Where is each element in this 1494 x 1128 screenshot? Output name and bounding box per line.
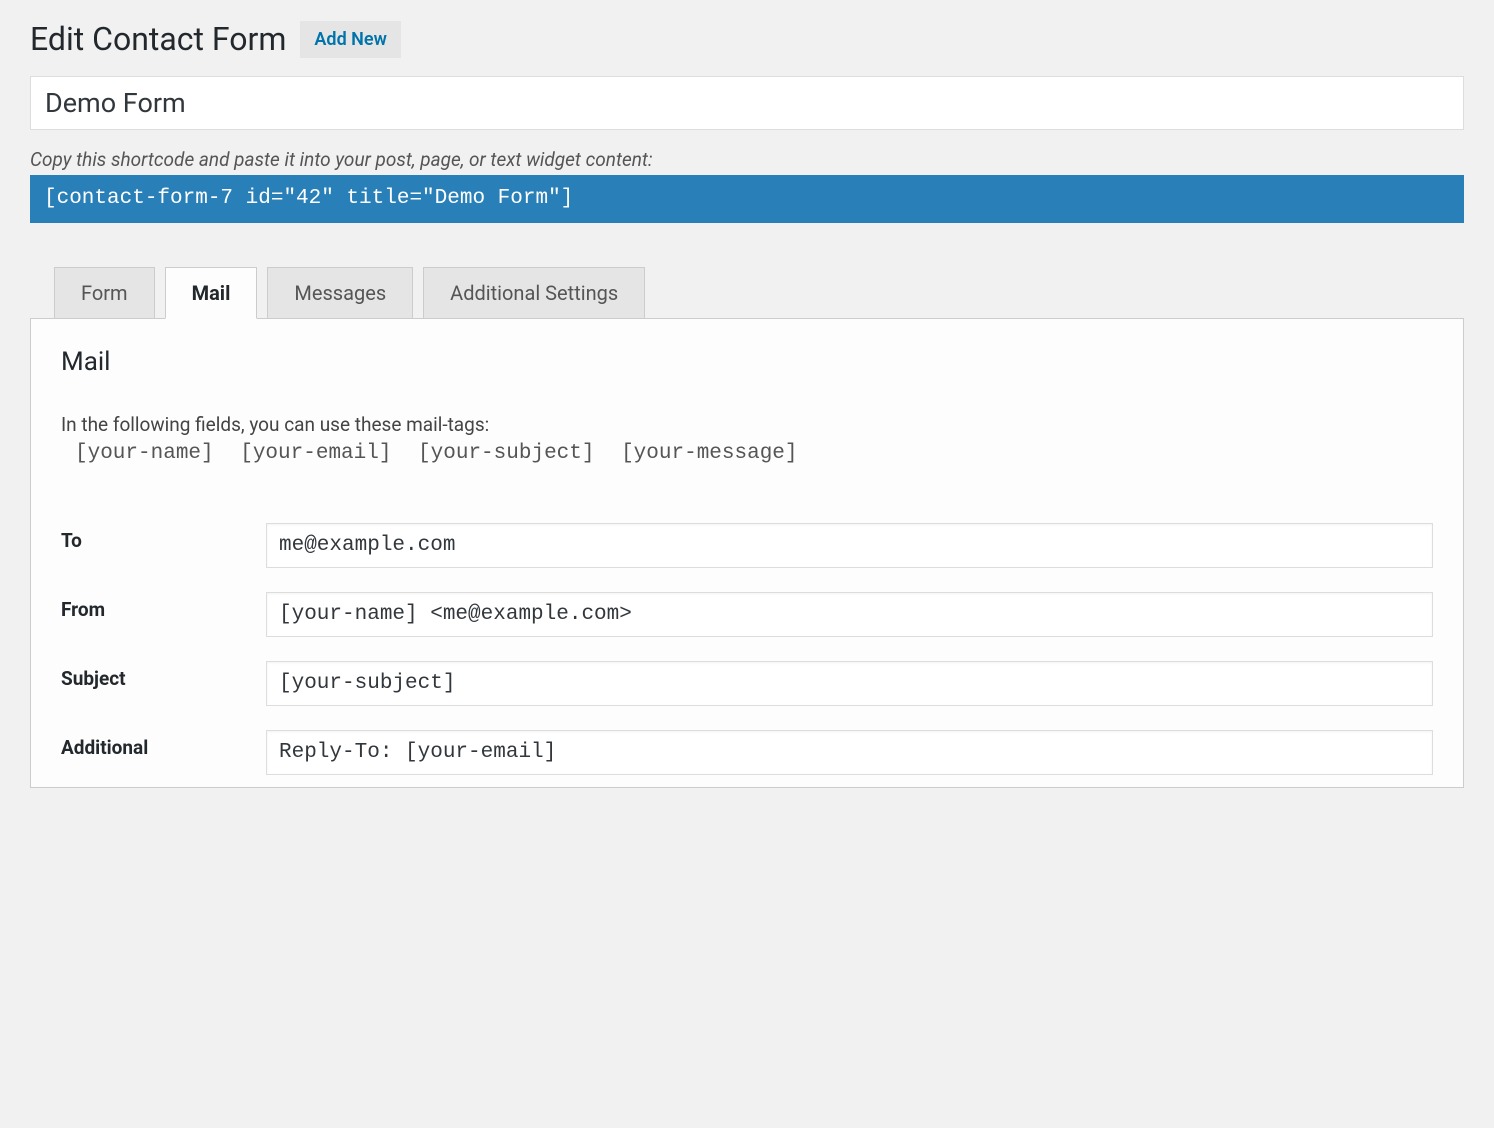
tab-additional-settings[interactable]: Additional Settings	[423, 267, 645, 318]
tabs: Form Mail Messages Additional Settings	[54, 267, 1464, 318]
tab-mail[interactable]: Mail	[165, 267, 258, 319]
mail-panel: Mail In the following fields, you can us…	[30, 318, 1464, 788]
mail-panel-title: Mail	[61, 347, 1433, 377]
field-label-subject: Subject	[61, 649, 266, 718]
additional-input[interactable]	[266, 730, 1433, 775]
mail-tags-intro: In the following fields, you can use the…	[61, 413, 1433, 436]
page-title: Edit Contact Form	[30, 20, 286, 58]
field-row-subject: Subject	[61, 649, 1433, 718]
field-label-additional: Additional	[61, 718, 266, 787]
page-header: Edit Contact Form Add New	[30, 20, 1464, 58]
tab-form[interactable]: Form	[54, 267, 155, 318]
shortcode-box[interactable]: [contact-form-7 id="42" title="Demo Form…	[30, 175, 1464, 222]
form-title-input[interactable]	[30, 76, 1464, 130]
subject-input[interactable]	[266, 661, 1433, 706]
field-label-from: From	[61, 580, 266, 649]
mail-tags-list: [your-name] [your-email] [your-subject] …	[75, 442, 1433, 465]
from-input[interactable]	[266, 592, 1433, 637]
add-new-button[interactable]: Add New	[300, 21, 400, 58]
field-row-from: From	[61, 580, 1433, 649]
to-input[interactable]	[266, 523, 1433, 568]
field-row-to: To	[61, 511, 1433, 580]
field-label-to: To	[61, 511, 266, 580]
field-row-additional: Additional	[61, 718, 1433, 787]
tab-messages[interactable]: Messages	[267, 267, 413, 318]
shortcode-label: Copy this shortcode and paste it into yo…	[30, 148, 1464, 171]
